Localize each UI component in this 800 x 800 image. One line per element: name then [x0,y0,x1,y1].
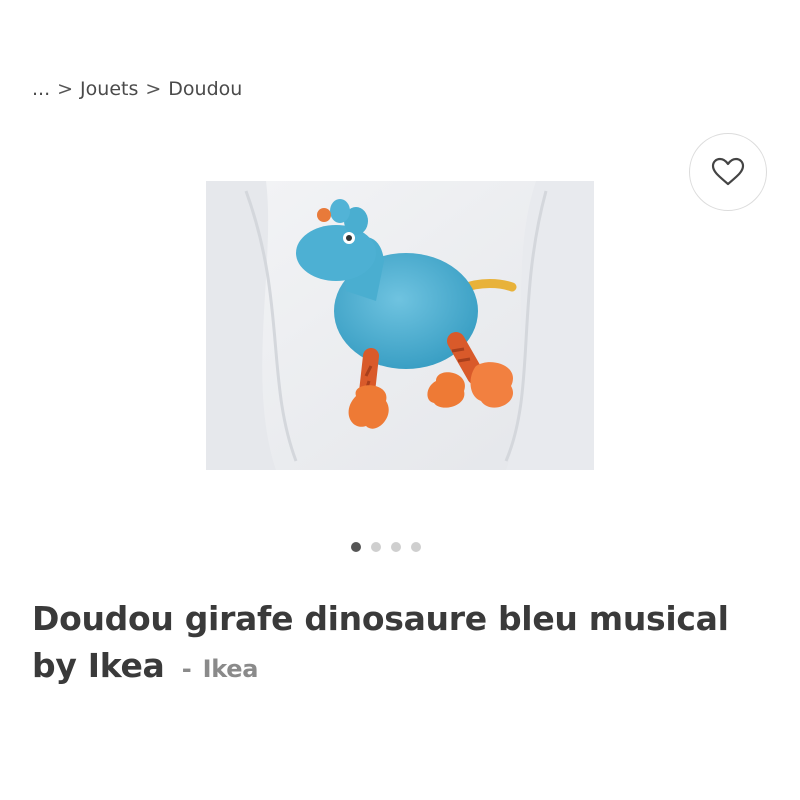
plush-giraffe-image [206,181,594,470]
breadcrumb-item-doudou[interactable]: Doudou [168,78,242,100]
carousel-dots [351,542,421,552]
carousel-dot[interactable] [391,542,401,552]
carousel-dot[interactable] [371,542,381,552]
product-title-block: Doudou girafe dinosaure bleu musical by … [32,595,772,693]
product-title: Doudou girafe dinosaure bleu musical by … [32,599,729,685]
brand-separator: - [181,655,192,683]
heart-outline-icon [711,157,745,186]
breadcrumb: ... > Jouets > Doudou [32,76,242,102]
carousel-dot[interactable] [351,542,361,552]
breadcrumb-separator: > [57,78,74,100]
breadcrumb-separator: > [145,78,162,100]
breadcrumb-item-jouets[interactable]: Jouets [80,78,138,100]
breadcrumb-ellipsis[interactable]: ... [32,78,50,100]
favorite-button[interactable] [689,133,767,211]
product-photo[interactable] [206,181,594,470]
carousel-dot[interactable] [411,542,421,552]
brand-link[interactable]: Ikea [203,655,259,683]
